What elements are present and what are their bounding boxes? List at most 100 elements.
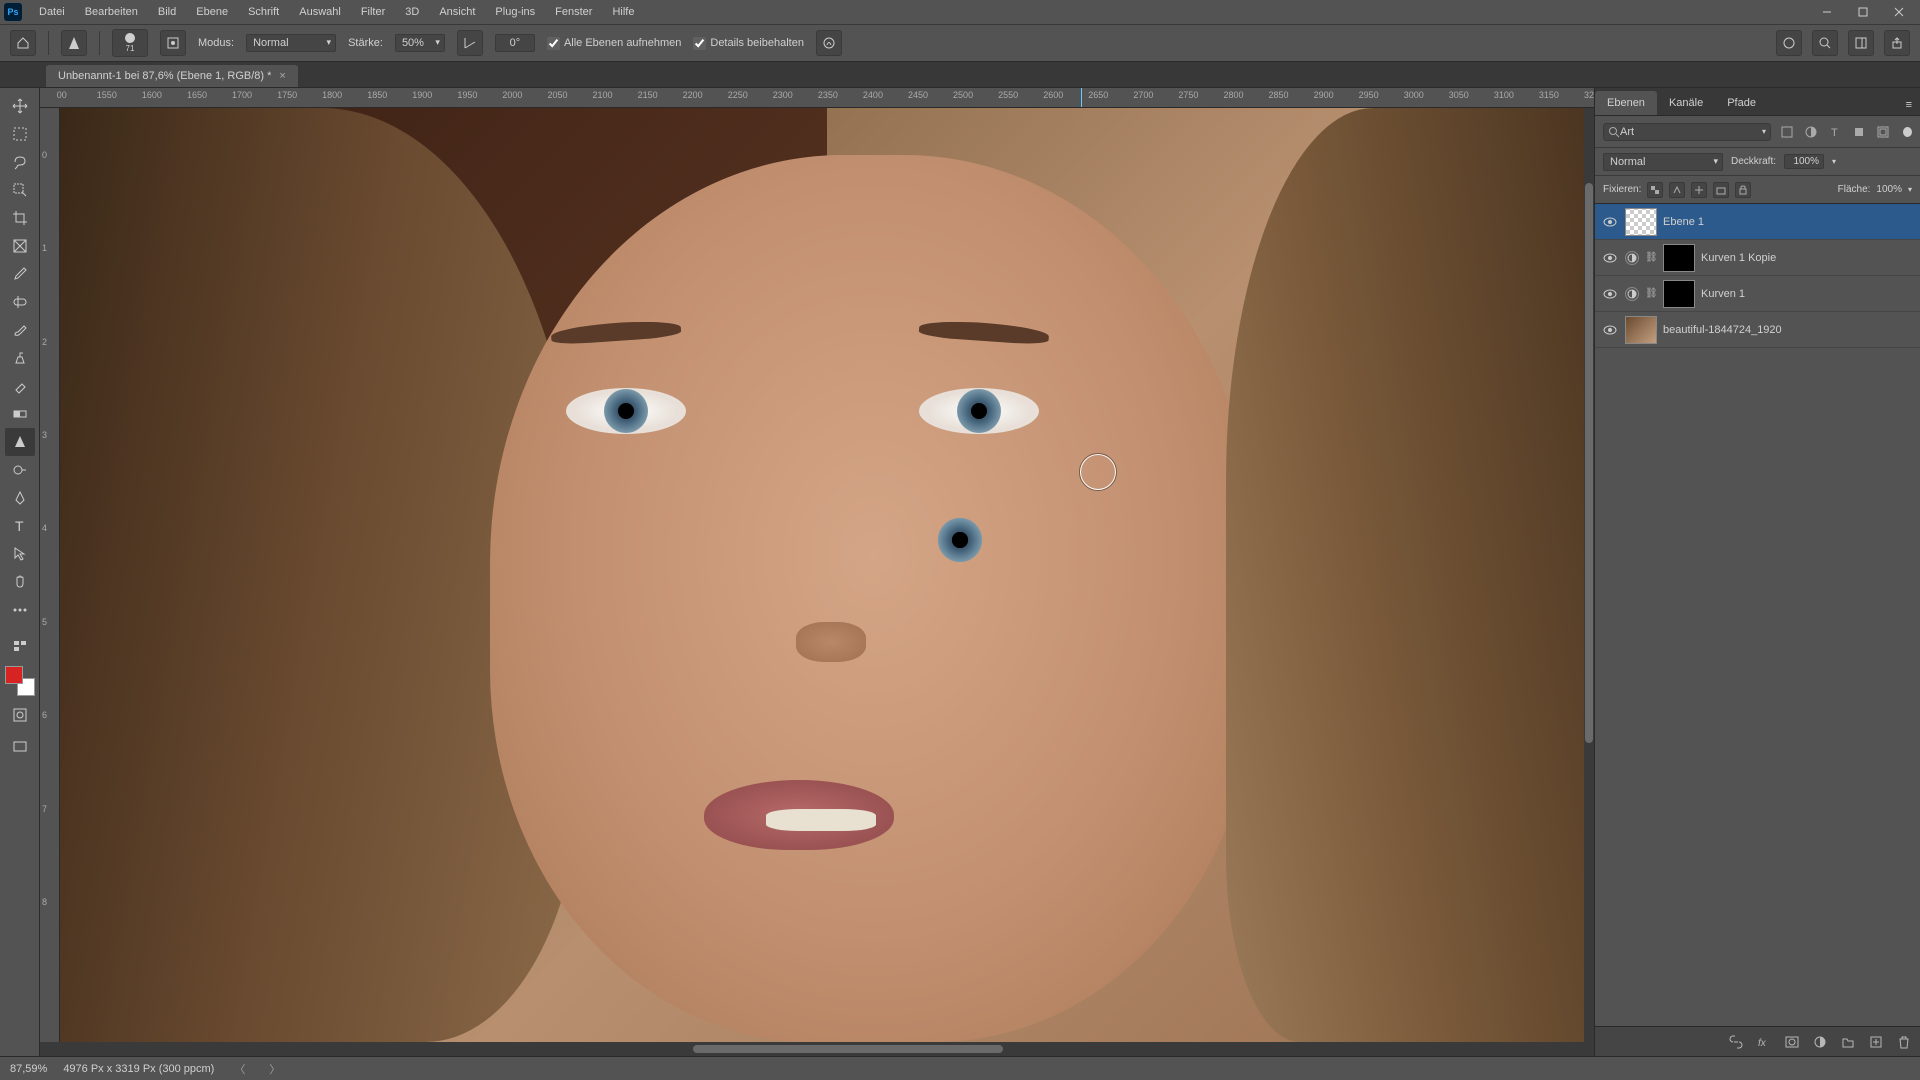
menu-view[interactable]: Ansicht — [430, 3, 484, 21]
layer-row[interactable]: Ebene 1 — [1595, 204, 1920, 240]
layer-name[interactable]: Ebene 1 — [1663, 216, 1704, 228]
menu-select[interactable]: Auswahl — [290, 3, 350, 21]
document-canvas[interactable] — [60, 108, 1594, 1042]
adjustment-layer-icon[interactable] — [1625, 251, 1639, 265]
delete-layer-button[interactable] — [1894, 1032, 1914, 1052]
vertical-ruler[interactable]: 012345678 — [40, 108, 60, 1042]
zoom-level[interactable]: 87,59% — [10, 1063, 47, 1075]
menu-3d[interactable]: 3D — [396, 3, 428, 21]
lock-nested-icon[interactable] — [1713, 182, 1729, 198]
layer-name[interactable]: beautiful-1844724_1920 — [1663, 324, 1782, 336]
window-close-button[interactable] — [1882, 0, 1916, 24]
lock-all-icon[interactable] — [1735, 182, 1751, 198]
scrollbar-thumb[interactable] — [1585, 183, 1593, 743]
adjustment-layer-icon[interactable] — [1625, 287, 1639, 301]
opacity-input[interactable]: 100% — [1784, 154, 1824, 169]
status-prev-icon[interactable]: 〈 — [230, 1061, 249, 1077]
cloud-docs-button[interactable] — [1776, 30, 1802, 56]
dodge-tool[interactable] — [5, 456, 35, 484]
quick-select-tool[interactable] — [5, 176, 35, 204]
document-tab[interactable]: Unbenannt-1 bei 87,6% (Ebene 1, RGB/8) *… — [46, 65, 298, 87]
layer-name[interactable]: Kurven 1 Kopie — [1701, 252, 1776, 264]
marquee-tool[interactable] — [5, 120, 35, 148]
pen-tool[interactable] — [5, 484, 35, 512]
workspace-button[interactable] — [1848, 30, 1874, 56]
layer-mask-thumbnail[interactable] — [1663, 280, 1695, 308]
visibility-toggle-icon[interactable] — [1601, 249, 1619, 267]
home-button[interactable] — [10, 30, 36, 56]
visibility-toggle-icon[interactable] — [1601, 321, 1619, 339]
color-swatches[interactable] — [5, 666, 35, 696]
link-layers-button[interactable] — [1726, 1032, 1746, 1052]
screen-mode-button[interactable] — [5, 734, 35, 760]
edit-toolbar-button[interactable] — [5, 632, 35, 660]
lock-transparency-icon[interactable] — [1647, 182, 1663, 198]
layer-blend-mode-dropdown[interactable]: Normal — [1603, 153, 1723, 171]
menu-window[interactable]: Fenster — [546, 3, 601, 21]
menu-help[interactable]: Hilfe — [603, 3, 643, 21]
new-group-button[interactable] — [1838, 1032, 1858, 1052]
fill-input[interactable]: 100% — [1876, 184, 1902, 195]
path-select-tool[interactable] — [5, 540, 35, 568]
scrollbar-thumb[interactable] — [693, 1045, 1004, 1053]
angle-icon[interactable] — [457, 30, 483, 56]
menu-edit[interactable]: Bearbeiten — [76, 3, 147, 21]
strength-dropdown[interactable]: 50% — [395, 34, 445, 52]
filter-type-icon[interactable]: T — [1827, 123, 1843, 141]
mask-link-icon[interactable]: ⛓ — [1645, 288, 1657, 299]
tab-channels[interactable]: Kanäle — [1657, 91, 1715, 115]
document-tab-close-icon[interactable]: × — [279, 70, 285, 82]
crop-tool[interactable] — [5, 204, 35, 232]
new-layer-button[interactable] — [1866, 1032, 1886, 1052]
add-adjustment-button[interactable] — [1810, 1032, 1830, 1052]
brush-tool[interactable] — [5, 316, 35, 344]
filter-adjust-icon[interactable] — [1803, 123, 1819, 141]
frame-tool[interactable] — [5, 232, 35, 260]
gradient-tool[interactable] — [5, 400, 35, 428]
healing-brush-tool[interactable] — [5, 288, 35, 316]
dropdown-chevron-icon[interactable]: ▾ — [1908, 185, 1912, 194]
add-mask-button[interactable] — [1782, 1032, 1802, 1052]
panel-menu-icon[interactable]: ≡ — [1898, 95, 1920, 115]
lock-position-icon[interactable] — [1691, 182, 1707, 198]
layer-search[interactable]: ▾ — [1603, 123, 1771, 141]
dropdown-chevron-icon[interactable]: ▾ — [1832, 157, 1836, 166]
angle-input[interactable]: 0° — [495, 34, 535, 52]
pressure-toggle-button[interactable] — [816, 30, 842, 56]
layer-mask-thumbnail[interactable] — [1663, 244, 1695, 272]
move-tool[interactable] — [5, 92, 35, 120]
layer-search-input[interactable] — [1620, 126, 1762, 138]
horizontal-ruler[interactable]: 00 1550 1600 1650 1700 1750 1800 1850 19… — [40, 88, 1594, 108]
type-tool[interactable]: T — [5, 512, 35, 540]
current-tool-icon[interactable] — [61, 30, 87, 56]
menu-layer[interactable]: Ebene — [187, 3, 237, 21]
quick-mask-button[interactable] — [5, 702, 35, 728]
menu-type[interactable]: Schrift — [239, 3, 288, 21]
filter-shape-icon[interactable] — [1851, 123, 1867, 141]
protect-detail-checkbox[interactable]: Details beibehalten — [693, 37, 804, 50]
filter-smart-icon[interactable] — [1875, 123, 1891, 141]
horizontal-scrollbar[interactable] — [40, 1042, 1594, 1056]
brush-settings-button[interactable] — [160, 30, 186, 56]
filter-pixel-icon[interactable] — [1779, 123, 1795, 141]
menu-file[interactable]: Datei — [30, 3, 74, 21]
sample-all-layers-checkbox[interactable]: Alle Ebenen aufnehmen — [547, 37, 681, 50]
eraser-tool[interactable] — [5, 372, 35, 400]
layer-row[interactable]: beautiful-1844724_1920 — [1595, 312, 1920, 348]
tab-paths[interactable]: Pfade — [1715, 91, 1768, 115]
window-minimize-button[interactable] — [1810, 0, 1844, 24]
layer-row[interactable]: ⛓ Kurven 1 Kopie — [1595, 240, 1920, 276]
vertical-scrollbar[interactable] — [1584, 108, 1594, 1042]
layer-thumbnail[interactable] — [1625, 316, 1657, 344]
foreground-color-swatch[interactable] — [5, 666, 23, 684]
window-maximize-button[interactable] — [1846, 0, 1880, 24]
menu-plugins[interactable]: Plug-ins — [486, 3, 544, 21]
share-button[interactable] — [1884, 30, 1910, 56]
menu-image[interactable]: Bild — [149, 3, 185, 21]
eyedropper-tool[interactable] — [5, 260, 35, 288]
brush-preset-picker[interactable]: 71 — [112, 29, 148, 57]
more-tools[interactable] — [5, 596, 35, 624]
document-info[interactable]: 4976 Px x 3319 Px (300 ppcm) — [63, 1063, 214, 1075]
lasso-tool[interactable] — [5, 148, 35, 176]
blend-mode-dropdown[interactable]: Normal — [246, 34, 336, 52]
